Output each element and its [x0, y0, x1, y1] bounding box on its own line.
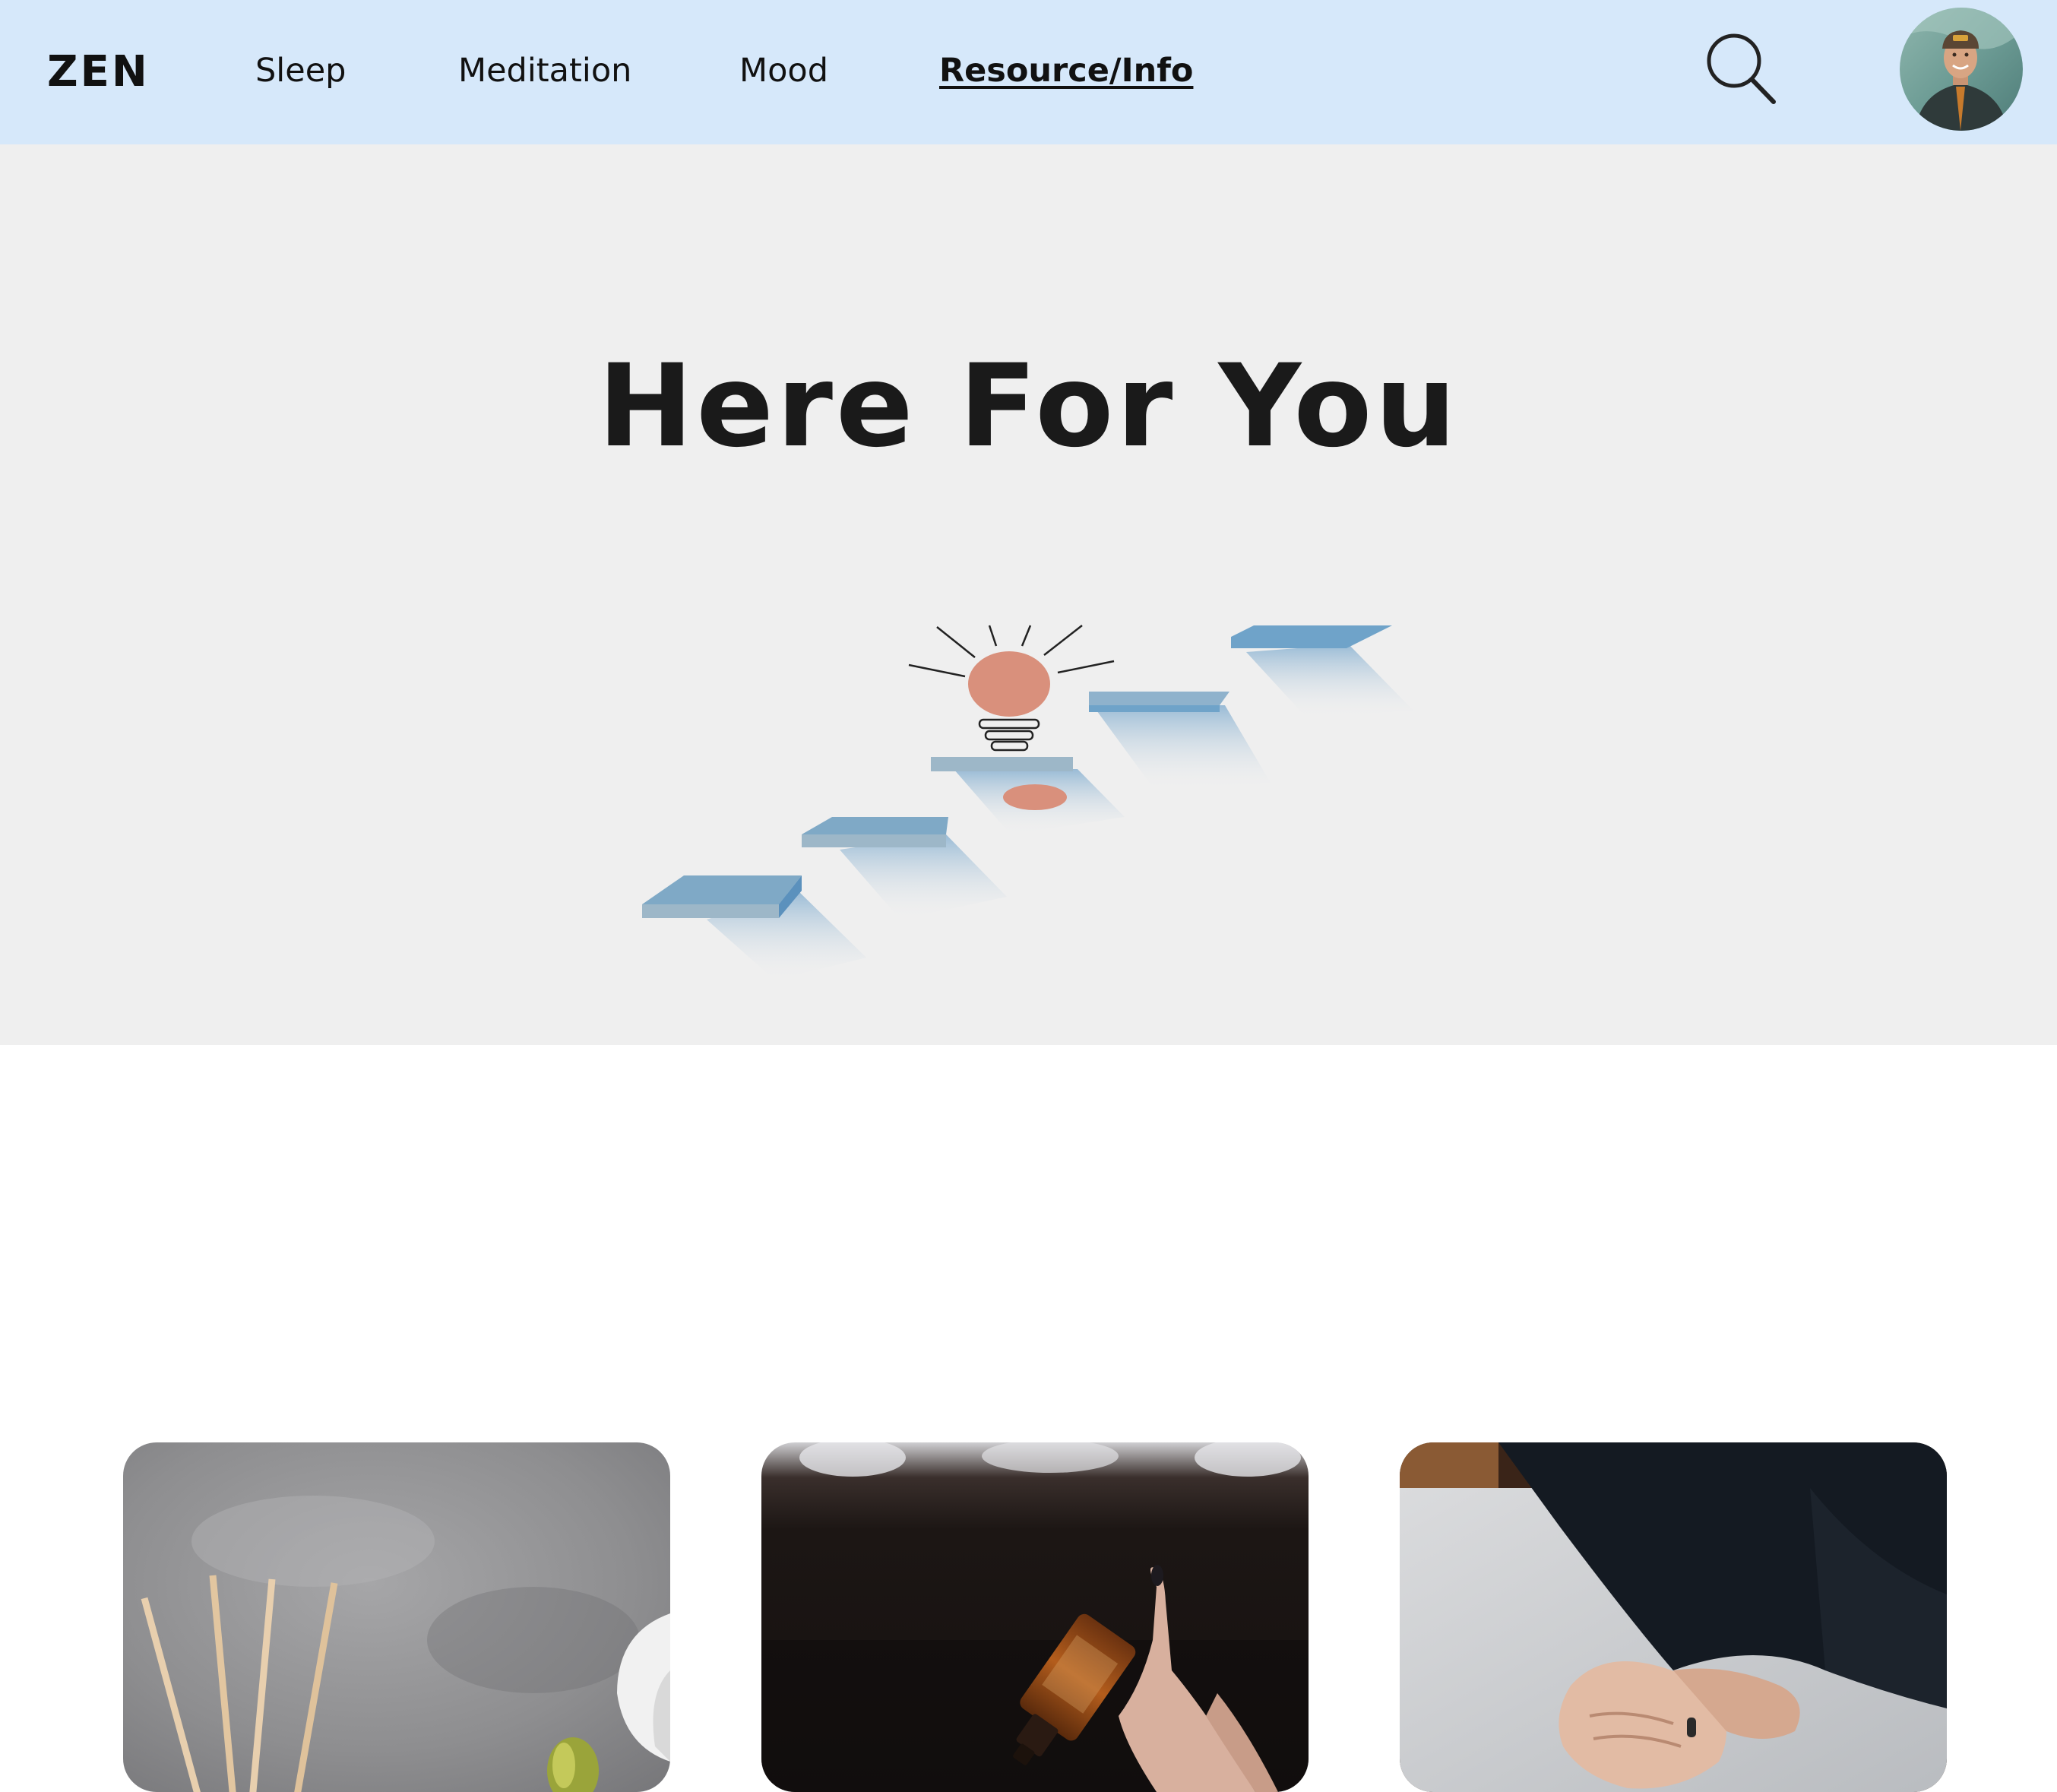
stair-step: [1231, 625, 1413, 718]
stair-step: [642, 875, 866, 980]
hero-title: Here For You: [597, 340, 1460, 473]
lightbulb-icon: [908, 625, 1115, 752]
resource-card-diffuser[interactable]: [123, 1442, 670, 1792]
top-navbar: ZEN Sleep Meditation Mood Resource/Info: [0, 0, 2057, 144]
stair-step: [931, 757, 1125, 834]
stair-step: [802, 817, 1007, 920]
search-icon: [1707, 33, 1776, 104]
hands-on-table-photo: [1400, 1442, 1947, 1792]
lightbulb-stairs-illustration: [642, 625, 1413, 980]
essential-oil-bottle-photo: [761, 1442, 1309, 1792]
resource-card-essential-oil[interactable]: [761, 1442, 1309, 1792]
search-button[interactable]: [1702, 29, 1782, 109]
nav-link-mood[interactable]: Mood: [739, 47, 828, 94]
stair-step: [1089, 692, 1271, 790]
hero-section: Here For You: [0, 144, 2057, 1045]
nav-link-meditation[interactable]: Meditation: [458, 47, 631, 94]
resource-card-hands[interactable]: [1400, 1442, 1947, 1792]
nav-link-resource-info[interactable]: Resource/Info: [939, 47, 1193, 94]
logo[interactable]: ZEN: [47, 42, 150, 103]
user-avatar[interactable]: [1900, 8, 2023, 131]
reed-diffuser-photo: [123, 1442, 670, 1792]
nav-link-sleep[interactable]: Sleep: [255, 47, 346, 94]
user-avatar-photo: [1900, 8, 2023, 131]
